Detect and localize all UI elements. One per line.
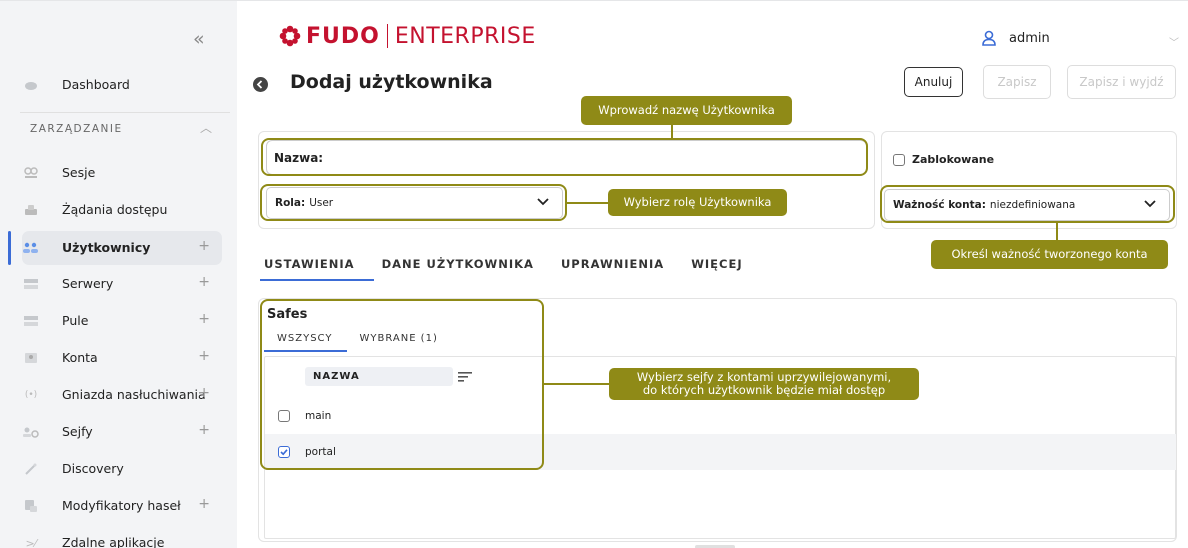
plus-icon[interactable]: + — [198, 422, 210, 438]
tab-user-data[interactable]: DANE UŻYTKOWNIKA — [382, 257, 534, 271]
sidebar-item-label: Żądania dostępu — [62, 202, 168, 217]
plus-icon[interactable]: + — [198, 311, 210, 327]
sidebar-item-accounts[interactable]: Konta + — [22, 341, 222, 375]
tab-settings[interactable]: USTAWIENIA — [264, 257, 355, 271]
logo-fudo-text: FUDO — [306, 23, 380, 49]
plus-icon[interactable]: + — [198, 348, 210, 364]
sidebar-item-password-changers[interactable]: Modyfikatory haseł + — [22, 489, 222, 523]
validity-tooltip: Określ ważność tworzonego konta — [931, 240, 1168, 269]
safes-highlight — [260, 299, 544, 470]
listeners-icon: (•) — [24, 390, 38, 400]
remote-apps-icon: >⁄ — [25, 536, 37, 548]
sidebar-item-label: Dashboard — [62, 77, 130, 92]
sidebar-item-servers[interactable]: Serwery + — [22, 267, 222, 301]
sessions-icon — [22, 164, 40, 182]
sidebar-item-users[interactable]: Użytkownicy + — [22, 231, 222, 265]
logo-enterprise-text: ENTERPRISE — [394, 23, 536, 49]
active-tab-indicator — [260, 279, 374, 281]
fudo-logo: FUDO ENTERPRISE — [279, 23, 536, 49]
sidebar-item-label: Pule — [62, 313, 89, 328]
sidebar-item-label: Serwery — [62, 276, 114, 291]
sidebar-item-sessions[interactable]: Sesje — [22, 156, 222, 190]
sidebar-item-remote-apps[interactable]: >⁄ Zdalne aplikacje — [22, 526, 222, 548]
chevron-up-icon[interactable]: ︿ — [200, 119, 212, 136]
cancel-button[interactable]: Anuluj — [904, 67, 963, 97]
fudo-logo-mark-icon — [279, 25, 301, 47]
plus-icon[interactable]: + — [198, 385, 210, 401]
name-tooltip: Wprowadź nazwę Użytkownika — [581, 96, 792, 125]
sidebar-divider — [20, 112, 230, 113]
plus-icon[interactable]: + — [198, 238, 210, 254]
page-title: Dodaj użytkownika — [290, 71, 493, 93]
main-content: FUDO ENTERPRISE admin ﹀ Dodaj użytkownik… — [237, 0, 1188, 548]
sidebar-item-listeners[interactable]: (•) Gniazda nasłuchiwania + — [22, 378, 222, 412]
plus-icon[interactable]: + — [198, 274, 210, 290]
user-icon — [982, 30, 996, 46]
role-highlight — [260, 184, 567, 221]
sidebar-item-safes[interactable]: Sejfy + — [22, 415, 222, 449]
tab-permissions[interactable]: UPRAWNIENIA — [561, 257, 664, 271]
sidebar-item-label: Zdalne aplikacje — [62, 535, 165, 548]
dashboard-icon — [22, 76, 40, 94]
sidebar-item-pools[interactable]: Pule + — [22, 304, 222, 338]
plus-icon[interactable]: + — [198, 496, 210, 512]
user-menu[interactable]: admin — [981, 30, 1050, 46]
user-name: admin — [1009, 30, 1050, 46]
validity-highlight — [880, 185, 1175, 223]
sidebar-section-title: ZARZĄDZANIE — [30, 123, 123, 135]
logo-separator — [386, 24, 388, 48]
servers-icon — [22, 275, 40, 293]
validity-connector — [1056, 223, 1058, 240]
users-icon — [22, 239, 40, 257]
access-requests-icon — [22, 201, 40, 219]
sidebar-item-label: Konta — [62, 350, 98, 365]
chevron-down-icon[interactable]: ﹀ — [1169, 34, 1179, 49]
active-indicator — [8, 231, 11, 265]
sidebar-item-label: Sesje — [62, 165, 96, 180]
sidebar-item-access-requests[interactable]: Żądania dostępu — [22, 193, 222, 227]
save-button[interactable]: Zapisz — [983, 65, 1051, 99]
tab-bar: USTAWIENIA DANE UŻYTKOWNIKA UPRAWNIENIA … — [264, 257, 770, 271]
blocked-label: Zablokowane — [912, 153, 995, 166]
pools-icon — [22, 312, 40, 330]
safes-icon — [22, 423, 40, 441]
name-highlight — [261, 138, 868, 176]
sidebar-item-label: Sejfy — [62, 424, 93, 439]
double-chevron-left-icon[interactable]: « — [193, 29, 205, 49]
sidebar-item-discovery[interactable]: Discovery — [22, 452, 222, 486]
blocked-checkbox-row[interactable]: Zablokowane — [893, 153, 994, 166]
sidebar-item-label: Użytkownicy — [62, 240, 151, 255]
role-tooltip: Wybierz rolę Użytkownika — [608, 189, 787, 216]
discovery-icon — [22, 460, 40, 478]
role-connector — [567, 202, 608, 204]
save-and-exit-button[interactable]: Zapisz i wyjdź — [1067, 65, 1176, 99]
tab-more[interactable]: WIĘCEJ — [691, 257, 742, 271]
password-changers-icon — [22, 497, 40, 515]
sidebar-item-dashboard[interactable]: Dashboard — [22, 68, 222, 102]
back-icon[interactable] — [253, 77, 268, 92]
name-connector — [671, 125, 673, 139]
accounts-icon — [22, 349, 40, 367]
sidebar: « Dashboard ZARZĄDZANIE ︿ Sesje Żądania … — [0, 0, 237, 548]
blocked-checkbox[interactable] — [893, 153, 905, 166]
safes-tooltip: Wybierz sejfy z kontami uprzywilejowanym… — [609, 368, 919, 400]
sidebar-item-label: Modyfikatory haseł — [62, 498, 181, 513]
sidebar-item-label: Discovery — [62, 461, 124, 476]
safes-connector — [544, 383, 609, 385]
sidebar-item-label: Gniazda nasłuchiwania — [62, 387, 206, 402]
